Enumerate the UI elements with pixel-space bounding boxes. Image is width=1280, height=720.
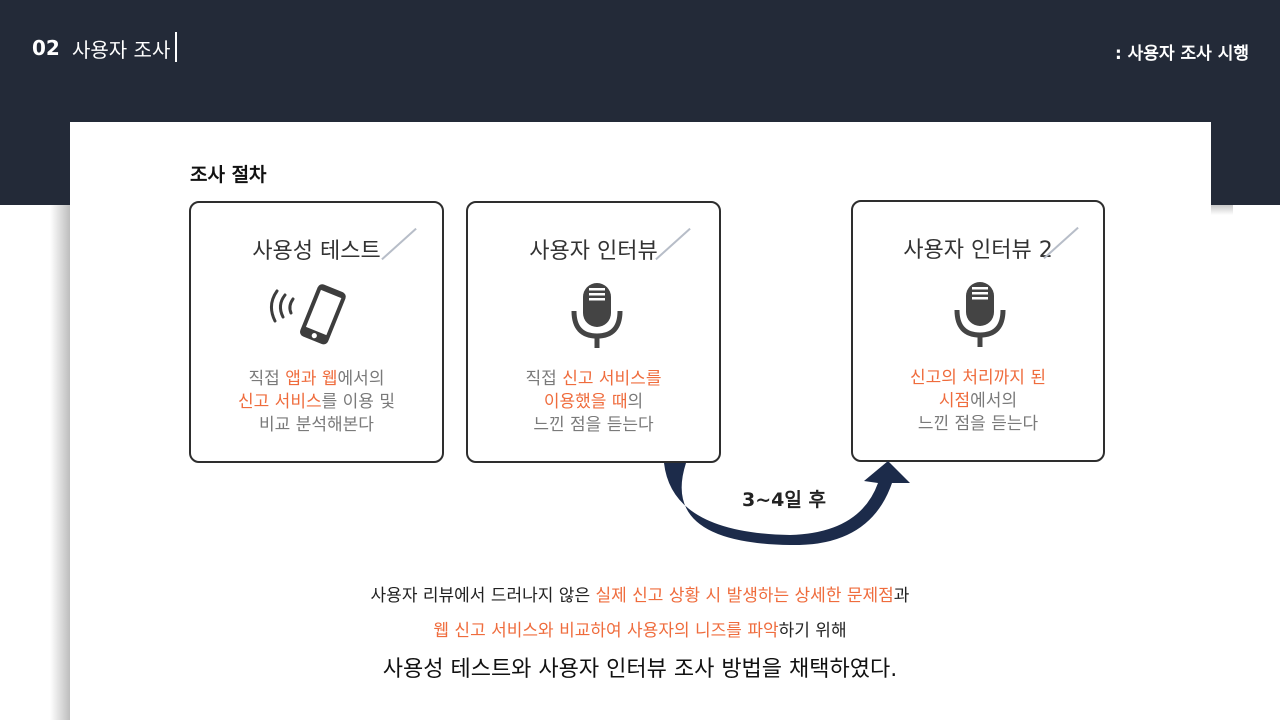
- description-line: 신고 서비스를 이용 및: [191, 391, 442, 414]
- highlight-text: 이용했을 때: [543, 392, 628, 412]
- description-line: 느낀 점을 듣는다: [853, 413, 1103, 436]
- section-number: 02: [32, 36, 60, 60]
- text-segment: 과: [893, 586, 910, 606]
- highlight-text: 시점: [938, 391, 971, 411]
- description-line: 신고의 처리까지 된: [853, 367, 1103, 390]
- text-segment: 직접: [248, 369, 286, 389]
- description-line: 직접 앱과 웹에서의: [191, 368, 442, 391]
- highlight-text: 실제 신고 상황 시 발생하는 상세한 문제점: [595, 586, 894, 606]
- section-subtitle: : 사용자 조사 시행: [1114, 44, 1249, 64]
- panel-shadow-right: [1211, 205, 1233, 215]
- procedure-heading: 조사 절차: [190, 164, 267, 186]
- panel-shadow: [50, 205, 70, 720]
- card-user-interview-2: 사용자 인터뷰 2 신고의 처리까지 된 시점에서의 느낀 점을 듣는다: [851, 200, 1105, 462]
- text-segment: 에서의: [337, 369, 385, 389]
- highlight-text: 신고 서비스를: [562, 369, 662, 389]
- microphone-icon: [954, 282, 1006, 347]
- description-line: 이용했을 때의: [468, 391, 719, 414]
- description-line: 시점에서의: [853, 390, 1103, 413]
- text-segment: 에서의: [970, 391, 1018, 411]
- duration-label: 3~4일 후: [742, 489, 826, 511]
- description-line: 느낀 점을 듣는다: [468, 414, 719, 437]
- card-usability-test: 사용성 테스트 직접 앱과 웹에서의 신고 서비스를 이용 및 비교 분석해본다: [189, 201, 444, 463]
- text-segment: 느낀 점을 듣는다: [533, 415, 654, 435]
- highlight-text: 신고 서비스: [238, 392, 322, 412]
- text-segment: 사용성 테스트와 사용자 인터뷰 조사 방법을 채택하였다.: [382, 657, 898, 682]
- card-description: 신고의 처리까지 된 시점에서의 느낀 점을 듣는다: [853, 367, 1103, 436]
- summary-conclusion: 사용성 테스트와 사용자 인터뷰 조사 방법을 채택하였다.: [0, 651, 1280, 683]
- text-segment: 를 이용 및: [321, 392, 395, 412]
- title-divider: [175, 32, 177, 62]
- section-title: 사용자 조사: [72, 38, 171, 62]
- highlight-text: 앱과 웹: [285, 369, 338, 389]
- microphone-icon: [571, 283, 623, 348]
- card-description: 직접 신고 서비스를 이용했을 때의 느낀 점을 듣는다: [468, 368, 719, 437]
- smartphone-vibrate-icon: [270, 284, 346, 345]
- summary-line-2: 웹 신고 서비스와 비교하여 사용자의 니즈를 파악하기 위해: [0, 616, 1280, 641]
- text-segment: 하기 위해: [778, 621, 847, 641]
- text-segment: 사용자 리뷰에서 드러나지 않은: [370, 586, 596, 606]
- text-segment: 느낀 점을 듣는다: [917, 414, 1039, 434]
- highlight-text: 신고의 처리까지 된: [910, 368, 1046, 388]
- description-line: 직접 신고 서비스를: [468, 368, 719, 391]
- card-description: 직접 앱과 웹에서의 신고 서비스를 이용 및 비교 분석해본다: [191, 368, 442, 437]
- summary-line-1: 사용자 리뷰에서 드러나지 않은 실제 신고 상황 시 발생하는 상세한 문제점…: [0, 581, 1280, 606]
- text-segment: 직접: [525, 369, 563, 389]
- text-segment: 비교 분석해본다: [259, 415, 374, 435]
- description-line: 비교 분석해본다: [191, 414, 442, 437]
- card-user-interview: 사용자 인터뷰 직접 신고 서비스를 이용했을 때의 느낀 점을 듣는다: [466, 201, 721, 463]
- highlight-text: 웹 신고 서비스와 비교하여 사용자의 니즈를 파악: [433, 621, 779, 641]
- text-segment: 의: [627, 392, 644, 412]
